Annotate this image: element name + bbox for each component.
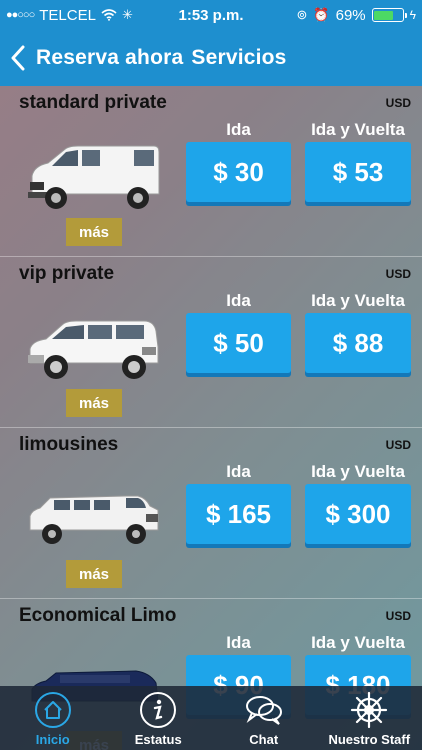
tab-estatus[interactable]: Estatus — [106, 686, 212, 750]
battery-percent: 69% — [335, 6, 366, 24]
battery-level — [374, 10, 393, 20]
page-title: Servicios — [191, 46, 287, 69]
one-way-label: Ida — [226, 462, 251, 481]
one-way-label: Ida — [226, 633, 251, 652]
round-trip-label: Ida y Vuelta — [311, 633, 405, 652]
price-one-way-button[interactable]: $ 50 — [186, 313, 291, 373]
currency-label: USD — [385, 267, 411, 281]
chat-icon — [244, 690, 284, 730]
status-bar: ●●○○○ TELCEL ✳ 1:53 p.m. ⊚ ⏰ 69% ϟ — [0, 0, 422, 30]
activity-icon: ✳ — [121, 7, 133, 22]
tab-bar: Inicio Estatus Chat Nuestro Staff — [0, 686, 422, 750]
tab-label: Estatus — [134, 732, 182, 747]
service-list: standard private USD Ida Ida y Vuelta $ … — [0, 86, 422, 750]
back-button[interactable] — [10, 43, 32, 73]
round-trip-label: Ida y Vuelta — [311, 291, 405, 310]
tab-inicio[interactable]: Inicio — [0, 686, 106, 750]
tab-chat[interactable]: Chat — [211, 686, 317, 750]
one-way-label: Ida — [226, 291, 251, 310]
limousine-icon — [29, 495, 159, 544]
round-trip-label: Ida y Vuelta — [311, 462, 405, 481]
service-name: vip private — [19, 263, 115, 284]
price-round-trip-button[interactable]: $ 88 — [305, 313, 411, 373]
more-button[interactable]: más — [66, 389, 122, 417]
wifi-icon — [101, 9, 117, 21]
alarm-icon: ⏰ — [313, 7, 330, 22]
one-way-label: Ida — [226, 120, 251, 139]
charging-icon: ϟ — [409, 8, 416, 22]
more-button[interactable]: más — [66, 560, 122, 588]
carrier-label: TELCEL — [39, 6, 96, 24]
helm-icon — [349, 690, 389, 730]
navigation-bar: Reserva ahora Servicios — [0, 30, 422, 86]
currency-label: USD — [385, 438, 411, 452]
service-card: limousines USD Ida Ida y Vuelta $ 165 $ … — [0, 428, 422, 599]
service-card: standard private USD Ida Ida y Vuelta $ … — [0, 86, 422, 257]
back-label[interactable]: Reserva ahora — [36, 46, 183, 70]
price-round-trip-button[interactable]: $ 53 — [305, 142, 411, 202]
service-name: standard private — [19, 92, 167, 113]
round-trip-label: Ida y Vuelta — [311, 120, 405, 139]
van-icon — [28, 145, 160, 209]
battery-icon — [371, 8, 407, 22]
suv-icon — [28, 320, 159, 379]
service-name: Economical Limo — [19, 605, 177, 626]
chevron-left-icon — [11, 45, 25, 71]
more-button[interactable]: más — [66, 218, 122, 246]
service-card: vip private USD Ida Ida y Vuelta $ 50 $ … — [0, 257, 422, 428]
home-icon — [33, 690, 73, 730]
info-icon — [138, 690, 178, 730]
tab-label: Chat — [249, 732, 279, 747]
tab-label: Inicio — [35, 732, 70, 747]
price-round-trip-button[interactable]: $ 300 — [305, 484, 411, 544]
signal-icon: ●●○○○ — [6, 9, 35, 21]
currency-label: USD — [385, 609, 411, 623]
tab-label: Nuestro Staff — [328, 732, 411, 747]
currency-label: USD — [385, 96, 411, 110]
orientation-lock-icon: ⊚ — [296, 7, 308, 22]
tab-nuestro-staff[interactable]: Nuestro Staff — [317, 686, 422, 750]
price-one-way-button[interactable]: $ 165 — [186, 484, 291, 544]
service-name: limousines — [19, 434, 119, 455]
price-one-way-button[interactable]: $ 30 — [186, 142, 291, 202]
